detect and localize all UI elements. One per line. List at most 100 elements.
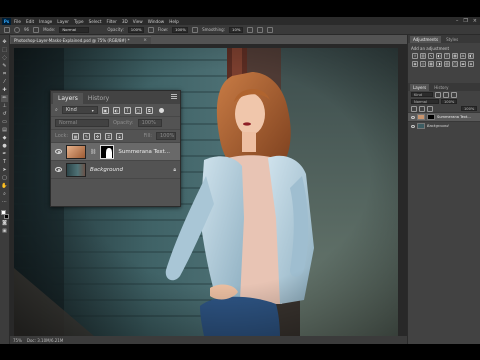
opacity-field[interactable]: 100% (127, 26, 144, 33)
symmetry-icon[interactable] (267, 26, 274, 33)
dock-filter-kind-select[interactable]: Kind (411, 92, 433, 97)
posterize-icon[interactable]: ▧ (444, 61, 450, 67)
layer-visibility-eye-icon[interactable] (55, 167, 62, 172)
tab-layers[interactable]: Layers (53, 93, 83, 104)
lock-position-icon[interactable]: ✥ (94, 132, 102, 140)
dock-tab-layers[interactable]: Layers (410, 84, 430, 91)
menu-edit[interactable]: Edit (26, 19, 34, 24)
black-white-icon[interactable]: ◧ (468, 53, 474, 59)
color-balance-icon[interactable]: ⚖ (460, 53, 466, 59)
eraser-tool-icon[interactable]: ▭ (1, 119, 8, 126)
dock-filter-adjustment-icon[interactable] (443, 91, 449, 98)
gradient-tool-icon[interactable]: ▤ (1, 127, 8, 134)
menu-view[interactable]: View (133, 19, 143, 24)
layer-name[interactable]: Background (90, 167, 123, 173)
dock-layer-mask-thumbnail[interactable] (427, 114, 435, 120)
dock-filter-pixel-icon[interactable] (435, 91, 441, 98)
close-icon[interactable]: × (473, 18, 477, 24)
brightness-contrast-icon[interactable]: ☼ (412, 53, 418, 59)
levels-icon[interactable]: ▥ (420, 53, 426, 59)
threshold-icon[interactable]: ◫ (452, 61, 458, 67)
menu-select[interactable]: Select (89, 19, 102, 24)
more-tools-icon[interactable]: ⋯ (1, 199, 8, 206)
smoothing-options-icon[interactable] (247, 26, 254, 33)
menu-3d[interactable]: 3D (122, 19, 128, 24)
pressure-size-icon[interactable] (257, 26, 264, 33)
dock-lock-pixels-icon[interactable] (411, 105, 417, 112)
dock-layer-thumbnail[interactable] (417, 114, 425, 120)
dock-layer-row-summerana[interactable]: Summerana Text... (408, 112, 480, 121)
mode-select[interactable]: Normal (59, 26, 90, 33)
curves-icon[interactable]: ∿ (428, 53, 434, 59)
lock-all-icon[interactable]: 🔒︎ (116, 132, 124, 140)
type-tool-icon[interactable]: T (1, 159, 8, 166)
screen-mode-icon[interactable]: ▣ (1, 228, 8, 235)
layer-thumbnail[interactable] (66, 144, 86, 159)
opacity-field[interactable]: 100% (137, 119, 162, 127)
dock-filter-type-icon[interactable] (451, 91, 457, 98)
layer-visibility-eye-icon[interactable] (55, 149, 62, 154)
filter-adjustment-icon[interactable]: ◐ (112, 106, 120, 114)
brush-tool-preset-icon[interactable] (4, 26, 10, 33)
brush-settings-icon[interactable] (33, 26, 40, 33)
zoom-level[interactable]: 75% (13, 338, 22, 343)
menu-type[interactable]: Type (74, 19, 84, 24)
brush-tool-icon[interactable]: ✏ (1, 95, 8, 102)
layer-thumbnail[interactable] (66, 162, 86, 177)
tab-history[interactable]: History (83, 93, 114, 104)
blend-mode-select[interactable]: Normal (55, 119, 109, 127)
gradient-map-icon[interactable]: ▬ (460, 61, 466, 67)
mask-link-chain-icon[interactable]: ⛓ (90, 149, 96, 155)
tab-adjustments[interactable]: Adjustments (410, 36, 442, 43)
quick-select-tool-icon[interactable]: ✎ (1, 63, 8, 70)
selective-color-icon[interactable]: ◈ (468, 61, 474, 67)
dock-opacity-field[interactable]: 100% (441, 99, 457, 104)
restore-icon[interactable]: ❐ (463, 18, 467, 24)
panel-menu-icon[interactable] (171, 94, 177, 99)
history-brush-tool-icon[interactable]: ↺ (1, 111, 8, 118)
lock-artboard-icon[interactable]: ⌗ (105, 132, 113, 140)
filter-toggle-icon[interactable] (158, 107, 164, 113)
filter-shape-icon[interactable]: ▢ (134, 106, 142, 114)
photo-filter-icon[interactable]: ◉ (412, 61, 418, 67)
hue-saturation-icon[interactable]: ▦ (452, 53, 458, 59)
quick-mask-icon[interactable]: ◙ (1, 220, 8, 227)
path-selection-tool-icon[interactable]: ➤ (1, 167, 8, 174)
dock-blend-mode-select[interactable]: Normal (411, 99, 439, 104)
flow-field[interactable]: 100% (172, 26, 189, 33)
healing-brush-tool-icon[interactable]: ✚ (1, 87, 8, 94)
filter-type-icon[interactable]: T (123, 106, 131, 114)
lasso-tool-icon[interactable]: ◌ (1, 55, 8, 62)
foreground-color-swatch[interactable] (0, 210, 6, 215)
hand-tool-icon[interactable]: ✋ (1, 183, 8, 190)
crop-tool-icon[interactable]: ⌗ (1, 71, 8, 78)
color-lookup-icon[interactable]: ▩ (428, 61, 434, 67)
smoothing-field[interactable]: 10% (229, 26, 244, 33)
move-tool-icon[interactable]: ✥ (1, 39, 8, 46)
dock-fill-field[interactable]: 100% (461, 106, 477, 111)
menu-window[interactable]: Window (148, 19, 165, 24)
marquee-tool-icon[interactable]: ⬚ (1, 47, 8, 54)
filter-kind-select[interactable]: Kind ▾ (61, 106, 98, 114)
menu-filter[interactable]: Filter (106, 19, 116, 24)
dock-layer-visibility-icon[interactable] (411, 115, 415, 119)
dodge-tool-icon[interactable]: ● (1, 143, 8, 150)
layer-mask-thumbnail[interactable] (100, 144, 115, 159)
pen-tool-icon[interactable]: ✒ (1, 151, 8, 158)
zoom-tool-icon[interactable]: ⌕ (1, 191, 8, 198)
dock-layer-visibility-icon[interactable] (411, 124, 415, 128)
clone-stamp-tool-icon[interactable]: ⊥ (1, 103, 8, 110)
pressure-opacity-icon[interactable] (147, 26, 154, 33)
invert-icon[interactable]: ◑ (436, 61, 442, 67)
dock-layer-row-background[interactable]: Background (408, 121, 480, 130)
exposure-icon[interactable]: ◐ (436, 53, 442, 59)
blur-tool-icon[interactable]: ◆ (1, 135, 8, 142)
dock-layer-thumbnail[interactable] (417, 123, 425, 129)
layer-row-background[interactable]: Background 🔒︎ (51, 161, 180, 179)
airbrush-icon[interactable] (192, 26, 199, 33)
tab-styles[interactable]: Styles (443, 36, 461, 43)
eyedropper-tool-icon[interactable]: ⁄ (1, 79, 8, 86)
brush-preset-picker-icon[interactable] (14, 26, 20, 33)
color-swatches[interactable] (0, 210, 9, 219)
dock-lock-position-icon[interactable] (419, 105, 425, 112)
